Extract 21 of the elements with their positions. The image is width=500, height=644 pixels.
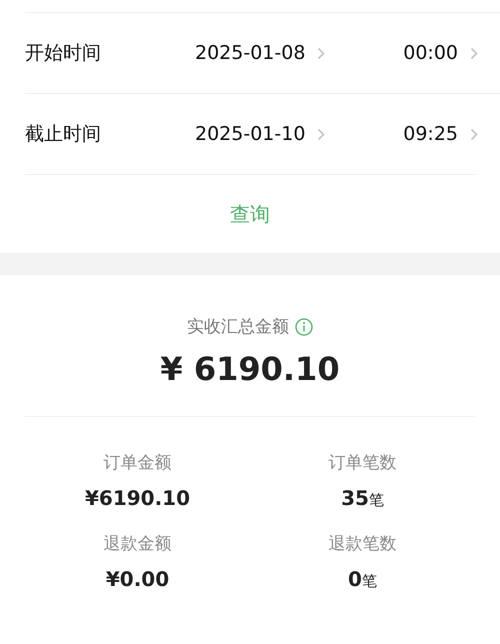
chevron-right-icon	[317, 128, 326, 140]
date-picker[interactable]: 2025-01-10	[195, 123, 335, 145]
stat-label: 订单笔数	[328, 452, 396, 474]
chevron-right-icon	[317, 46, 326, 60]
time-picker[interactable]: 09:25	[403, 123, 478, 145]
stat-label: 退款笔数	[328, 533, 396, 555]
summary-title: 实收汇总金额	[187, 316, 289, 338]
total-amount: ¥ 6190.10	[160, 350, 340, 388]
stat-value: 35笔	[341, 486, 384, 510]
field-label: 开始时间	[25, 41, 102, 66]
info-icon[interactable]	[295, 318, 313, 336]
field-label: 截止时间	[25, 122, 102, 147]
chevron-right-icon	[470, 128, 478, 140]
stat-value: 0笔	[348, 567, 377, 591]
time-picker[interactable]: 00:00	[403, 42, 478, 64]
stat-label: 订单金额	[104, 452, 172, 474]
stat-value: ¥6190.10	[84, 486, 190, 510]
chevron-right-icon	[470, 46, 478, 60]
date-picker[interactable]: 2025-01-08	[195, 42, 335, 64]
stat-value: ¥0.00	[106, 567, 170, 591]
stat-label: 退款金额	[104, 533, 172, 555]
